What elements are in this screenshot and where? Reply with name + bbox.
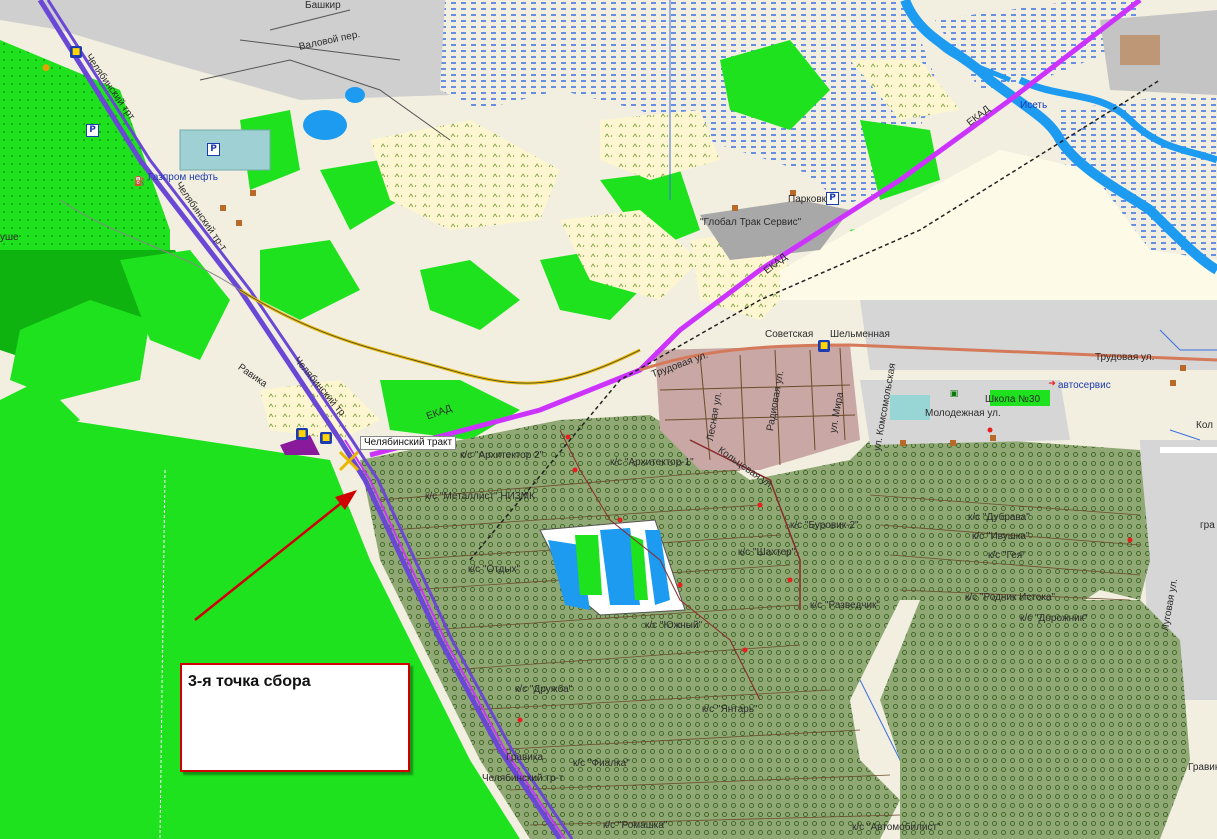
bus-stop-icon[interactable]: ■ bbox=[70, 46, 82, 58]
garden-label: к/с "Металлист" НИЗМК bbox=[425, 491, 535, 502]
bus-stop-icon[interactable]: ■ bbox=[320, 432, 332, 444]
river-label: Исеть bbox=[1020, 100, 1048, 111]
callout-text: 3-я точка сбора bbox=[188, 673, 311, 690]
garden-label: к/с "Архитектор 2" bbox=[460, 450, 544, 461]
garden-label: к/с "Автомобилист" bbox=[852, 822, 941, 833]
street-label: Гравика bbox=[1188, 762, 1217, 773]
garden-label: к/с "Отдых" bbox=[468, 564, 521, 575]
street-label: Трудовая ул. bbox=[1095, 352, 1155, 363]
location-tag[interactable]: Челябинский тракт bbox=[360, 436, 457, 450]
place-label: уше bbox=[0, 232, 19, 243]
poi-label: автосервис bbox=[1058, 380, 1111, 391]
street-label: Молодежная ул. bbox=[925, 408, 1001, 419]
bus-stop-icon[interactable]: ■ bbox=[296, 428, 308, 440]
street-label: Кол bbox=[1196, 420, 1214, 431]
collection-point-callout: 3-я точка сбора bbox=[180, 663, 410, 772]
bus-stop-icon[interactable]: ■ bbox=[818, 340, 830, 352]
poi-label: "Глобал Трак Сервис" bbox=[700, 217, 802, 228]
poi-label: Газпром нефть bbox=[148, 172, 218, 183]
street-label: Шельменная bbox=[830, 329, 890, 340]
street-label: Гравика bbox=[506, 752, 544, 763]
parking-icon[interactable]: P bbox=[826, 192, 839, 205]
garden-plots-south bbox=[880, 600, 1190, 839]
map-view[interactable]: Челябинский трт Челябинский тр-т Челябин… bbox=[0, 0, 1217, 839]
street-label: Башкир bbox=[305, 0, 341, 11]
poi-label: Школа №30 bbox=[985, 394, 1041, 405]
garden-label: к/с "Ивушка" bbox=[972, 531, 1030, 542]
parking-icon[interactable]: P bbox=[207, 143, 220, 156]
garden-label: к/с "Родник Истока" bbox=[965, 592, 1056, 603]
garden-label: к/с "Буровик-2" bbox=[790, 520, 859, 531]
garden-label: к/с "Янтарь" bbox=[702, 704, 758, 715]
garden-label: к/с "Фиалка" bbox=[573, 758, 630, 769]
garden-label: к/с "Ромашка" bbox=[603, 820, 668, 831]
poi-icon[interactable]: ● bbox=[40, 62, 52, 74]
parking-icon[interactable]: P bbox=[86, 124, 99, 137]
street-label: Советская bbox=[765, 329, 814, 340]
street-label: гра bbox=[1200, 520, 1215, 531]
school-icon[interactable]: ▣ bbox=[948, 388, 960, 400]
garden-label: к/с "Архитектор-1" bbox=[610, 457, 694, 468]
garden-label: к/с "Южный" bbox=[645, 620, 703, 631]
garden-label: к/с "Дорожник" bbox=[1020, 613, 1088, 624]
fuel-station-icon[interactable]: ⛽ bbox=[134, 176, 146, 188]
street-label: Челябинский тр-т bbox=[482, 773, 564, 784]
garden-label: к/с "Разведчик" bbox=[810, 600, 880, 611]
garden-label: к/с "Дружба" bbox=[515, 684, 573, 695]
garden-label: к/с "Гея" bbox=[988, 550, 1026, 561]
garden-label: к/с "Шахтер" bbox=[738, 547, 796, 558]
autoservice-icon[interactable]: ➜ bbox=[1046, 378, 1058, 390]
garden-label: к/с "Дубрава" bbox=[968, 512, 1030, 523]
